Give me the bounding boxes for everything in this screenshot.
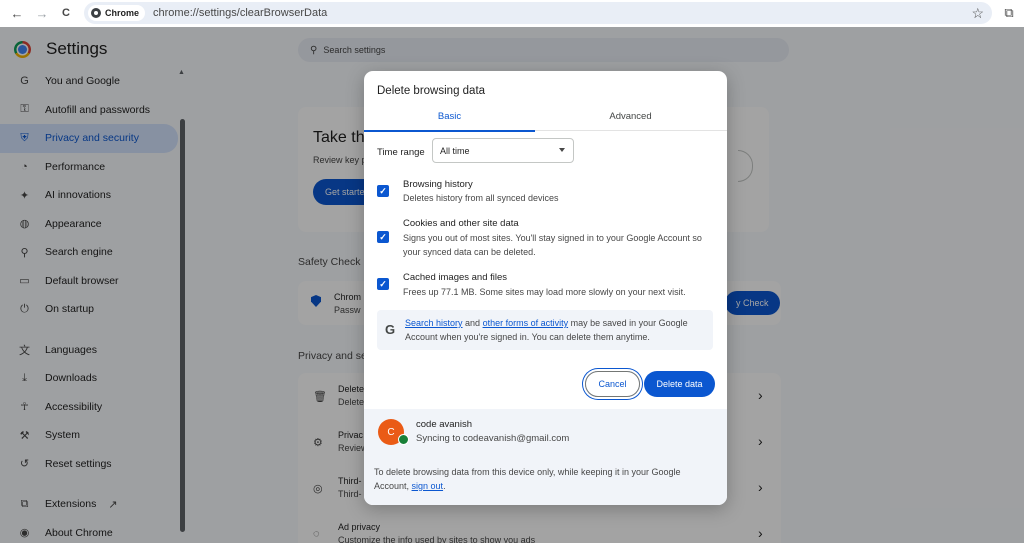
option-desc: Signs you out of most sites. You'll stay…	[403, 233, 702, 257]
time-range-label: Time range	[377, 147, 425, 158]
cookies-checkbox[interactable]: ✓	[377, 231, 389, 243]
cache-checkbox[interactable]: ✓	[377, 278, 389, 290]
search-history-link[interactable]: Search history	[405, 318, 463, 328]
other-activity-link[interactable]: other forms of activity	[483, 318, 569, 328]
option-title: Cached images and files	[403, 272, 508, 283]
account-footer: C code avanish Syncing to codeavanish@gm…	[364, 409, 727, 505]
site-info-chip[interactable]: Chrome	[88, 5, 146, 21]
address-bar[interactable]: Chrome chrome://settings/clearBrowserDat…	[84, 2, 992, 24]
google-g-icon: G	[385, 322, 396, 337]
browser-toolbar: ← → C Chrome chrome://settings/clearBrow…	[0, 0, 1024, 27]
url-text[interactable]: chrome://settings/clearBrowserData	[153, 7, 327, 19]
note-text-mid: and	[462, 318, 483, 328]
sign-out-note: To delete browsing data from this device…	[374, 465, 714, 493]
note-end: .	[443, 481, 446, 491]
google-activity-note: G Search history and other forms of acti…	[377, 310, 713, 350]
option-title: Browsing history	[403, 179, 473, 190]
forward-arrow-icon[interactable]: →	[31, 2, 53, 24]
tab-advanced[interactable]: Advanced	[545, 107, 716, 131]
tab-basic[interactable]: Basic	[364, 107, 535, 132]
chrome-icon	[91, 8, 101, 18]
sync-badge-icon	[398, 434, 409, 445]
account-sync-status: Syncing to codeavanish@gmail.com	[416, 433, 570, 444]
option-desc: Deletes history from all synced devices	[403, 193, 559, 203]
delete-browsing-data-dialog: Delete browsing data Basic Advanced Time…	[364, 71, 727, 505]
cancel-button[interactable]: Cancel	[585, 371, 640, 397]
reload-icon[interactable]: C	[55, 2, 77, 24]
time-range-select[interactable]: All time	[432, 138, 574, 163]
dialog-title: Delete browsing data	[377, 85, 486, 97]
back-arrow-icon[interactable]: ←	[6, 2, 28, 24]
option-title: Cookies and other site data	[403, 218, 519, 229]
extensions-puzzle-icon[interactable]: ⧉	[998, 2, 1020, 24]
caret-down-icon	[559, 148, 565, 152]
account-name: code avanish	[416, 419, 472, 430]
google-note-text: Search history and other forms of activi…	[405, 316, 705, 344]
time-range-value: All time	[440, 145, 470, 156]
option-desc: Frees up 77.1 MB. Some sites may load mo…	[403, 287, 686, 297]
chip-label: Chrome	[105, 8, 140, 18]
dialog-tabs: Basic Advanced	[364, 107, 727, 132]
browsing-history-checkbox[interactable]: ✓	[377, 185, 389, 197]
bookmark-star-icon[interactable]: ☆	[971, 5, 984, 22]
delete-data-button[interactable]: Delete data	[644, 371, 715, 397]
sign-out-link[interactable]: sign out	[412, 481, 444, 491]
